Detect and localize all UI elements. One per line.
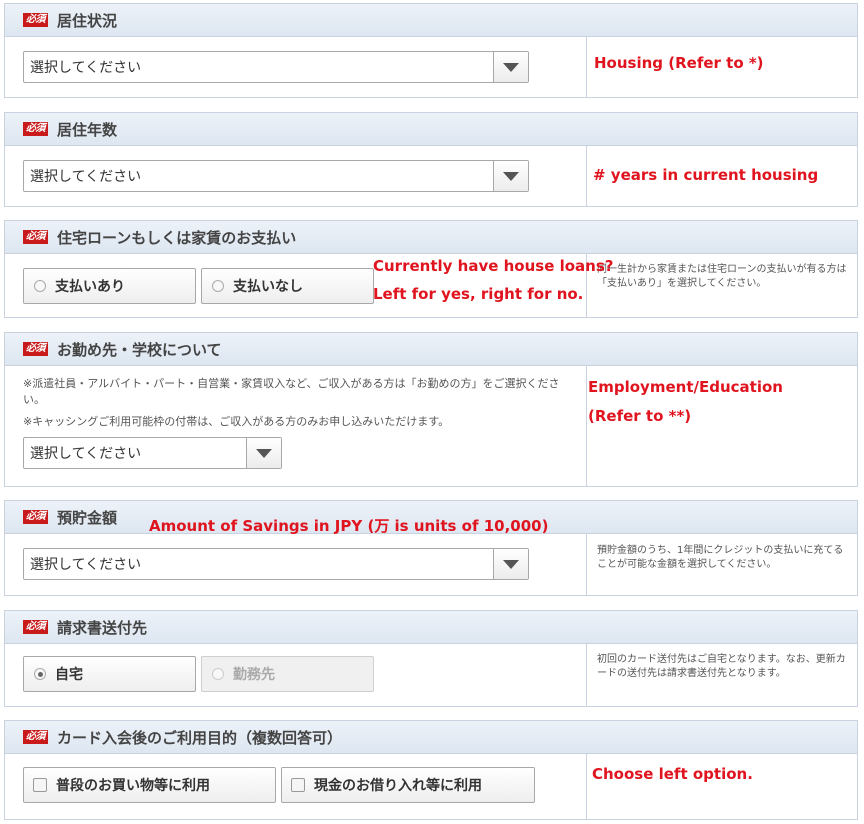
option-label: 現金のお借り入れ等に利用 (314, 778, 482, 794)
section-title: カード入会後のご利用目的（複数回答可） (57, 728, 343, 747)
section-body: 選択してください 預貯金額のうち、1年間にクレジットの支払いに充てることが可能な… (5, 534, 857, 595)
section-residence-status: 必須 居住状況 選択してください (4, 3, 858, 98)
required-badge: 必須 (23, 510, 48, 524)
chevron-down-icon[interactable] (493, 161, 528, 191)
annotation-savings: Amount of Savings in JPY (万 is units of … (149, 517, 549, 535)
option-label: 自宅 (55, 667, 83, 683)
required-badge: 必須 (23, 620, 48, 634)
option-label: 支払いなし (233, 279, 303, 295)
years-of-residence-select[interactable]: 選択してください (23, 160, 529, 192)
payment-yes-radio[interactable]: 支払いあり (23, 268, 196, 304)
chevron-down-icon[interactable] (493, 52, 528, 82)
annotation-employment: Employment/Education (588, 378, 783, 396)
employment-note-2: ※キャッシングご利用可能枠の付帯は、ご収入がある方のみお申し込みいただけます。 (23, 415, 450, 428)
column-divider (586, 366, 587, 486)
employment-note-1: ※派遣社員・アルバイト・パート・自営業・家賃収入など、ご収入がある方は「お勤めの… (23, 377, 560, 406)
select-value: 選択してください (30, 169, 142, 185)
section-body: 自宅 勤務先 初回のカード送付先はご自宅となります。なお、更新カードの送付先は請… (5, 644, 857, 706)
billing-home-radio[interactable]: 自宅 (23, 656, 196, 692)
residence-status-select[interactable]: 選択してください (23, 51, 529, 83)
radio-icon (34, 280, 46, 292)
section-header: 必須 居住年数 (5, 113, 857, 146)
annotation-refer: (Refer to **) (588, 407, 692, 425)
checkbox-icon (291, 778, 305, 792)
select-value: 選択してください (30, 557, 142, 573)
radio-icon (212, 280, 224, 292)
payment-help-note: 同一生計から家賃または住宅ローンの支払いが有る方は「支払いあり」を選択してくださ… (597, 264, 847, 289)
billing-help-note: 初回のカード送付先はご自宅となります。なお、更新カードの送付先は請求書送付先とな… (597, 654, 846, 679)
option-label: 普段のお買い物等に利用 (56, 778, 210, 794)
column-divider (586, 644, 587, 706)
section-title: お勤め先・学校について (57, 340, 222, 359)
section-body: 普段のお買い物等に利用 現金のお借り入れ等に利用 (5, 754, 857, 819)
section-title: 住宅ローンもしくは家賃のお支払い (57, 228, 297, 247)
section-header: 必須 お勤め先・学校について (5, 333, 857, 366)
required-badge: 必須 (23, 730, 48, 744)
purpose-cash-loan-checkbox[interactable]: 現金のお借り入れ等に利用 (281, 767, 535, 803)
select-value: 選択してください (30, 60, 142, 76)
employment-select[interactable]: 選択してください (23, 437, 282, 469)
annotation-years-housing: # years in current housing (593, 166, 819, 184)
chevron-down-icon[interactable] (246, 438, 281, 468)
annotation-choose-left: Choose left option. (592, 765, 753, 783)
annotation-housing: Housing (Refer to *) (594, 54, 764, 72)
section-title: 居住年数 (57, 120, 118, 139)
required-badge: 必須 (23, 13, 48, 27)
section-header: 必須 カード入会後のご利用目的（複数回答可） (5, 721, 857, 754)
chevron-down-icon[interactable] (493, 549, 528, 579)
section-title: 預貯金額 (57, 508, 118, 527)
section-header: 必須 居住状況 (5, 4, 857, 37)
option-label: 支払いあり (55, 279, 125, 295)
section-years-of-residence: 必須 居住年数 選択してください (4, 112, 858, 207)
section-header: 必須 住宅ローンもしくは家賃のお支払い (5, 221, 857, 254)
radio-checked-icon (34, 668, 46, 680)
option-label: 勤務先 (233, 667, 275, 683)
column-divider (586, 534, 587, 595)
radio-icon (212, 668, 224, 680)
column-divider (586, 37, 587, 97)
section-billing-address: 必須 請求書送付先 自宅 勤務先 初回のカード送付先はご自宅となります。なお、更… (4, 610, 858, 707)
required-badge: 必須 (23, 342, 48, 356)
required-badge: 必須 (23, 230, 48, 244)
annotation-yes-no: Left for yes, right for no. (373, 285, 584, 303)
billing-work-radio[interactable]: 勤務先 (201, 656, 374, 692)
section-employment: 必須 お勤め先・学校について ※派遣社員・アルバイト・パート・自営業・家賃収入な… (4, 332, 858, 487)
column-divider (586, 754, 587, 819)
column-divider (586, 146, 587, 206)
annotation-house-loans: Currently have house loans? (373, 257, 614, 275)
section-title: 請求書送付先 (57, 618, 148, 637)
savings-select[interactable]: 選択してください (23, 548, 529, 580)
purpose-shopping-checkbox[interactable]: 普段のお買い物等に利用 (23, 767, 276, 803)
section-header: 必須 請求書送付先 (5, 611, 857, 644)
required-badge: 必須 (23, 122, 48, 136)
checkbox-icon (33, 778, 47, 792)
payment-no-radio[interactable]: 支払いなし (201, 268, 374, 304)
select-value: 選択してください (30, 446, 142, 462)
savings-help-note: 預貯金額のうち、1年間にクレジットの支払いに充てることが可能な金額を選択してくだ… (597, 545, 844, 570)
section-title: 居住状況 (57, 11, 118, 30)
